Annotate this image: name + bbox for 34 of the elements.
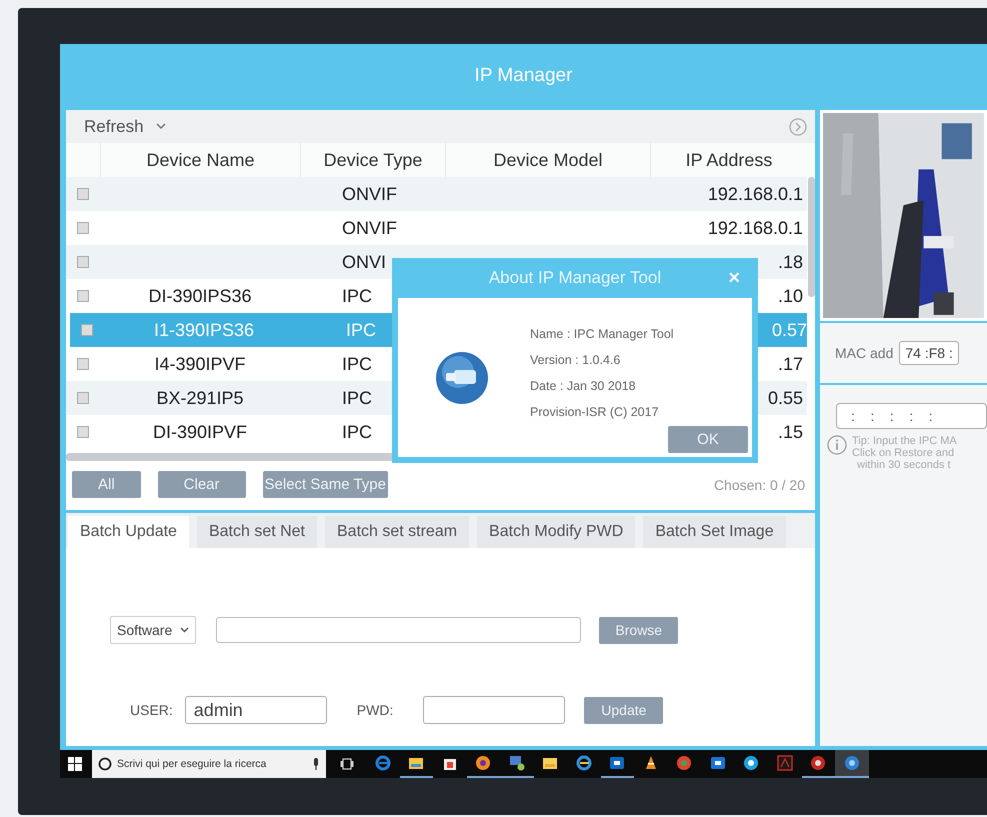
about-text: Name : IPC Manager Tool	[530, 326, 674, 340]
mac-label: MAC add	[835, 345, 894, 361]
table-cell: IPC	[342, 286, 372, 306]
tip-text: Tip: Input the IPC MA	[852, 435, 957, 447]
table-cell: DI-390IPVF	[152, 422, 248, 442]
table-cell: IPC	[342, 354, 372, 374]
table-cell: ONVIF	[342, 184, 398, 204]
table-cell: DI-390IPS36	[148, 286, 252, 306]
table-cell: I4-390IPVF	[154, 354, 246, 374]
dialog-title: About IP Manager Tool	[488, 268, 662, 288]
table-cell: .15	[778, 422, 803, 442]
table-cell: 192.168.0.1	[708, 184, 803, 204]
table-cell: BX-291IP5	[156, 388, 244, 408]
tip-text: within 30 seconds t	[856, 459, 952, 471]
table-cell: 192.168.0.1	[708, 218, 803, 238]
table-cell: 0.55	[768, 388, 803, 408]
about-text: Date : Jan 30 2018	[530, 378, 637, 392]
table-cell: 0.57	[772, 320, 807, 340]
table-cell: .10	[778, 286, 803, 306]
window-title: IP Manager	[474, 65, 572, 87]
table-cell: .17	[778, 354, 803, 374]
table-cell: ONVIF	[342, 218, 398, 238]
table-cell: IPC	[346, 320, 376, 340]
about-text: Provision-ISR (C) 2017	[530, 404, 660, 418]
table-cell: IPC	[342, 422, 372, 442]
password-label: PWD:	[356, 702, 394, 718]
table-cell: ONVI	[342, 252, 386, 272]
about-text: Version : 1.0.4.6	[530, 352, 622, 366]
tip-text: Click on Restore and	[852, 447, 956, 459]
table-cell: IPC	[342, 388, 372, 408]
table-cell: I1-390IPS36	[154, 320, 254, 340]
user-label: USER:	[130, 702, 173, 718]
chosen-count: Chosen: 0 / 20	[714, 476, 805, 492]
table-cell: .18	[778, 252, 803, 272]
